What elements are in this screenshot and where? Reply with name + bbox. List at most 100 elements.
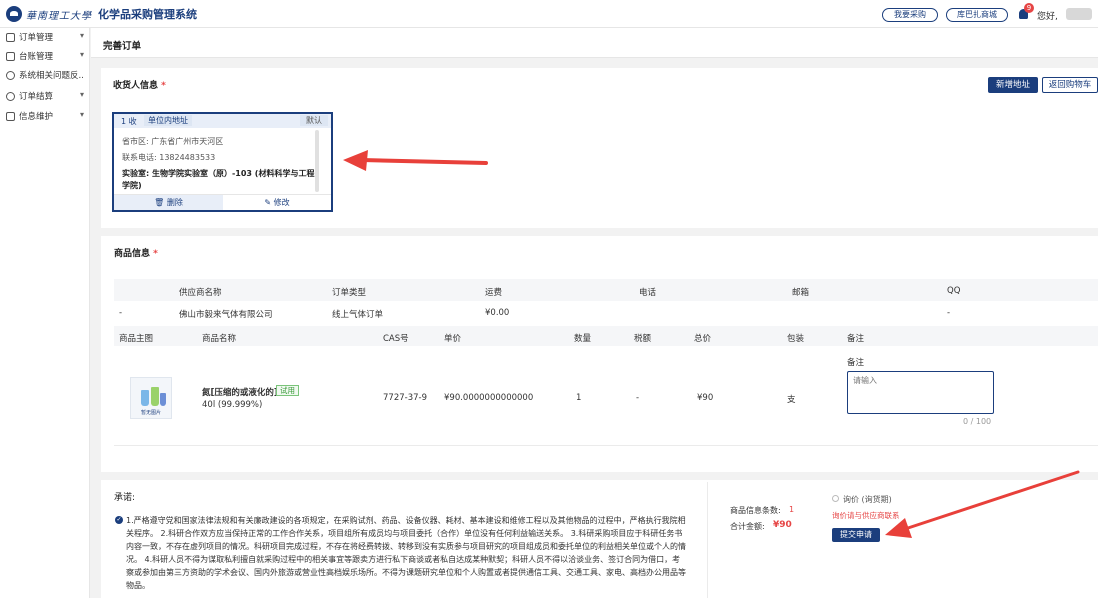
inquiry-label[interactable]: 询价 (询货期) [843, 494, 892, 505]
product-image: 暂无图片 [130, 377, 172, 419]
info-maintain-icon [6, 111, 15, 121]
col-package: 包装 [787, 334, 805, 344]
col-remark: 备注 [847, 334, 865, 344]
order-type: 线上气体订单 [332, 310, 384, 320]
col-total: 总价 [694, 334, 712, 344]
chevron-down-icon: ▾ [80, 31, 85, 40]
pencil-icon: ✎ [264, 198, 274, 207]
delete-address-button[interactable]: 🗑 删除 [114, 195, 223, 210]
remark-input[interactable] [847, 371, 994, 414]
supplier-name: 佛山市毅来气体有限公司 [179, 310, 273, 320]
remark-counter: 0 / 100 [963, 417, 992, 426]
goods-title-text: 商品信息 [114, 249, 151, 259]
summary-divider [707, 482, 708, 598]
edit-label: 修改 [273, 198, 290, 207]
col-supplier-name: 供应商名称 [179, 288, 222, 298]
default-badge: 默认 [300, 115, 328, 126]
breadcrumb: 完善订单 [91, 28, 1098, 58]
col-qq: QQ [947, 286, 961, 296]
flask-icon [151, 387, 159, 406]
commitment-text: 1.严格遵守党和国家法律法规和有关廉政建设的各项规定，在采购试剂、药品、设备仪器… [126, 516, 686, 590]
chevron-down-icon: ▾ [80, 50, 85, 59]
required-mark: * [161, 81, 166, 91]
col-cas: CAS号 [383, 334, 409, 344]
table-divider [114, 445, 1098, 446]
sidebar-item-orders[interactable]: 订单管理 ▾ [0, 28, 90, 46]
search-icon [6, 70, 15, 80]
product-cas: 7727-37-9 [383, 393, 427, 403]
product-price: ¥90.0000000000000 [444, 393, 534, 403]
edit-address-button[interactable]: ✎ 修改 [223, 195, 331, 210]
receiver-title-text: 收货人信息 [113, 81, 159, 91]
address-phone: 联系电话: 13824483533 [122, 153, 216, 162]
sidebar-item-ledger[interactable]: 台账管理 ▾ [0, 47, 90, 65]
sidebar-item-feedback[interactable]: 系统相关问题反... [0, 66, 90, 84]
col-price: 单价 [444, 334, 462, 344]
sidebar-item-label: 系统相关问题反... [19, 71, 83, 81]
chevron-down-icon: ▾ [80, 90, 85, 99]
collapse-toggle[interactable]: - [119, 308, 122, 318]
address-card-actions: 🗑 删除 ✎ 修改 [114, 194, 331, 210]
page-title: 完善订单 [103, 41, 142, 52]
address-type-tag: 单位内地址 [144, 115, 192, 126]
col-tax: 税额 [634, 334, 652, 344]
system-title: 化学品采购管理系统 [98, 8, 197, 21]
product-package: 支 [787, 395, 796, 405]
submit-button[interactable]: 提交申请 [832, 528, 880, 542]
sidebar-item-label: 订单结算 [19, 92, 54, 102]
col-freight: 运费 [485, 288, 503, 298]
sidebar-item-label: 订单管理 [19, 33, 54, 43]
item-count-label: 商品信息条数: [730, 506, 781, 515]
required-mark: * [153, 249, 158, 259]
col-email: 邮箱 [792, 288, 810, 298]
mall-button[interactable]: 库巴扎商城 [946, 8, 1008, 22]
agree-checkbox[interactable]: ✓ [115, 516, 123, 524]
ledger-icon [6, 51, 15, 61]
item-count-value: 1 [789, 505, 795, 514]
col-qty: 数量 [574, 334, 592, 344]
goods-panel [101, 236, 1098, 472]
product-name[interactable]: 氮[压缩的或液化的] [202, 386, 278, 398]
product-spec: 40l (99.999%) [202, 400, 263, 410]
col-product-name: 商品名称 [202, 334, 237, 344]
sidebar-item-label: 信息维护 [19, 112, 54, 122]
sidebar: 订单管理 ▾ 台账管理 ▾ 系统相关问题反... 订单结算 ▾ 信息维护 ▾ [0, 28, 90, 598]
notification-badge: 9 [1024, 3, 1034, 13]
logo-script: 華南理工大學 [26, 10, 92, 22]
sidebar-item-label: 台账管理 [19, 52, 54, 62]
address-card[interactable]: 1 收 单位内地址 默认 省市区: 广东省广州市天河区 联系电话: 138244… [112, 112, 333, 212]
username-redacted[interactable] [1066, 8, 1092, 20]
product-tax: - [636, 393, 640, 403]
purchase-button[interactable]: 我要采购 [882, 8, 938, 22]
address-lab: 实验室: 生物学院实验室（原）-103 (材料科学与工程学院) [122, 169, 315, 190]
greeting-text: 您好, [1037, 12, 1058, 22]
inquiry-radio[interactable] [832, 495, 839, 502]
university-seal-icon [6, 6, 22, 22]
flask-icon [141, 390, 149, 406]
receiver-section-title: 收货人信息 * [113, 78, 166, 91]
image-caption: 暂无图片 [140, 410, 161, 416]
product-total: ¥90 [697, 393, 714, 403]
supplier-table-header: 供应商名称 订单类型 运费 电话 邮箱 QQ [114, 279, 1098, 301]
trial-badge: 试用 [276, 385, 299, 396]
supplier-qq: - [947, 308, 951, 318]
add-address-button[interactable]: 新增地址 [988, 77, 1038, 93]
address-index: 1 收 [121, 117, 137, 126]
sidebar-item-settlement[interactable]: 订单结算 ▾ [0, 87, 90, 105]
chevron-down-icon: ▾ [80, 110, 85, 119]
logo[interactable]: 華南理工大學 化学品采购管理系统 [6, 5, 197, 23]
top-header: 華南理工大學 化学品采购管理系统 我要采购 库巴扎商城 9 您好, [0, 0, 1098, 28]
total-label: 合计金额: [730, 522, 765, 531]
delete-label: 删除 [166, 198, 183, 207]
settlement-icon [6, 91, 15, 101]
trash-icon: 🗑 [154, 198, 167, 207]
col-product-image: 商品主图 [119, 334, 154, 344]
product-qty: 1 [576, 393, 582, 403]
address-scrollbar[interactable] [315, 130, 319, 192]
back-to-cart-button[interactable]: 返回购物车 [1042, 77, 1098, 93]
document-icon [6, 32, 15, 42]
sidebar-item-info[interactable]: 信息维护 ▾ [0, 107, 90, 125]
commitment-title: 承诺: [114, 493, 136, 503]
col-order-type: 订单类型 [332, 288, 367, 298]
goods-section-title: 商品信息 * [114, 246, 158, 259]
